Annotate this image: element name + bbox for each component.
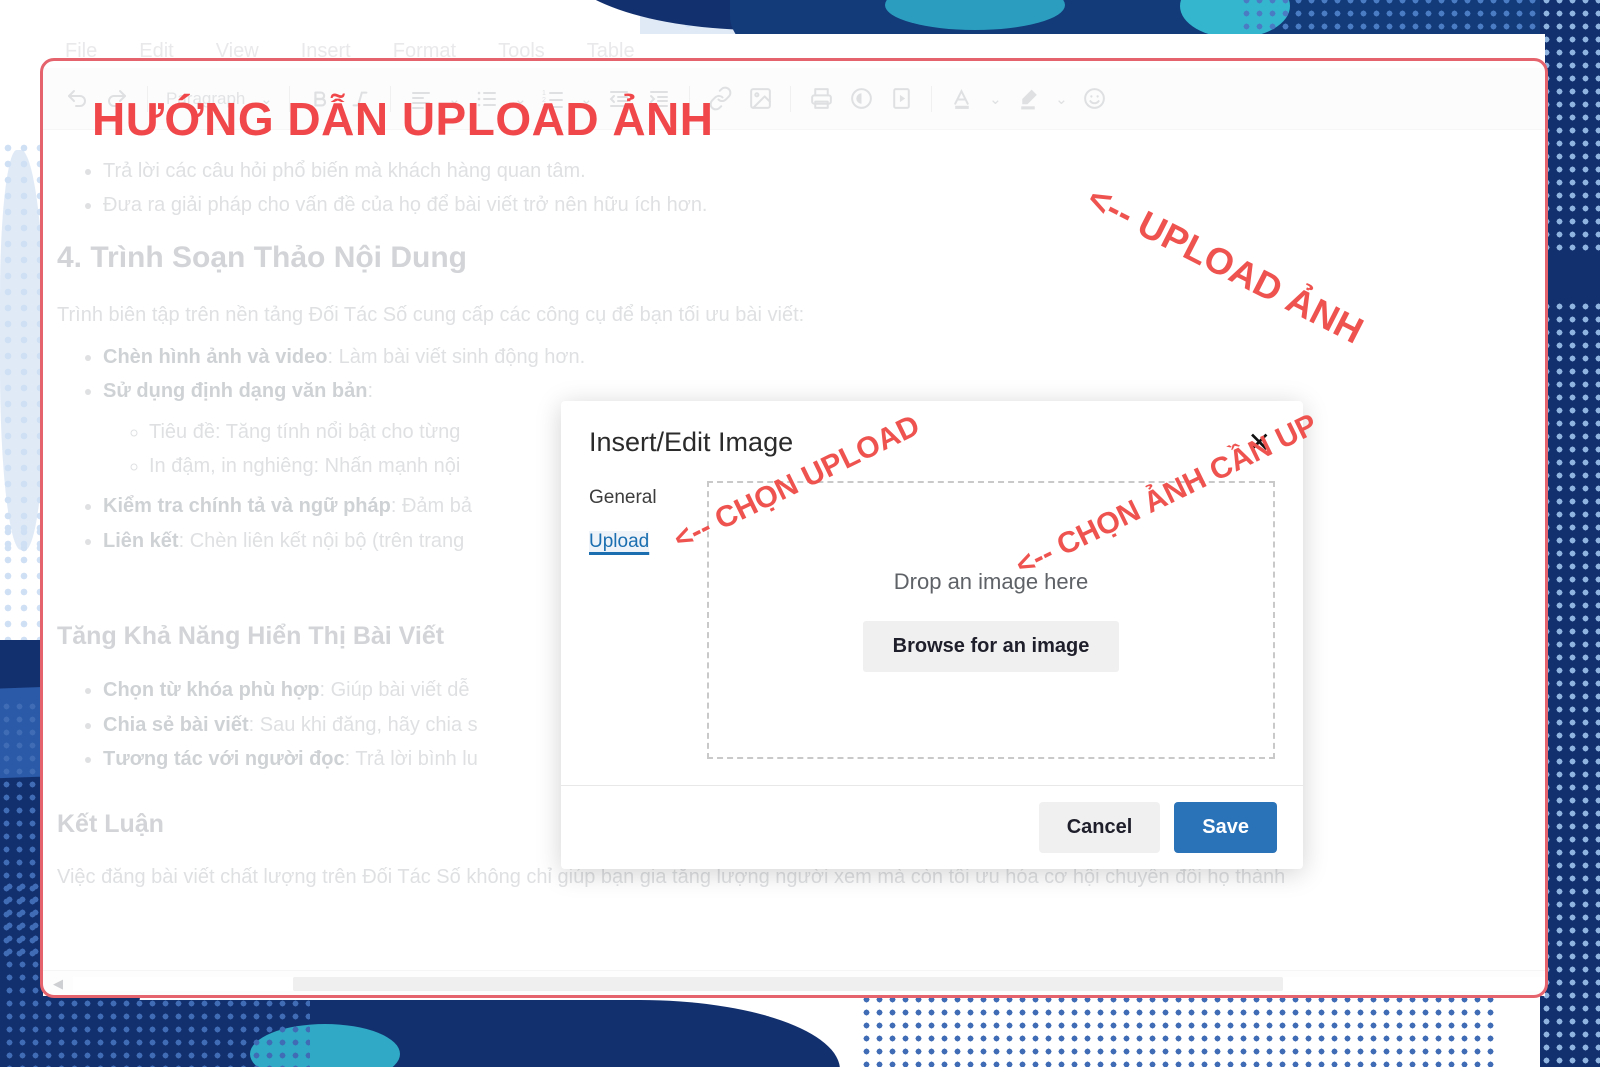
list-item-bold: Chọn từ khóa phù hợp [103, 679, 320, 702]
tab-upload[interactable]: Upload [589, 531, 650, 553]
list-item-rest: : Trả lời bình lu [344, 747, 478, 770]
list-item: Trả lời các câu hỏi phổ biến mà khách hà… [103, 154, 1515, 188]
dialog-body: General Upload Drop an image here Browse… [561, 475, 1303, 771]
text-color-chevron-down-icon[interactable]: ⌄ [982, 79, 1008, 119]
print-icon[interactable] [801, 79, 841, 119]
image-dropzone[interactable]: Drop an image here Browse for an image [707, 481, 1275, 759]
save-button[interactable]: Save [1174, 802, 1277, 853]
page-root: File Edit View Insert Format Tools Table… [0, 0, 1600, 1067]
list-item-rest: : Đảm bả [390, 495, 473, 518]
list-item-rest: : Làm bài viết sinh động hơn. [327, 345, 586, 368]
bg-teal-blob-bottom [250, 1024, 400, 1067]
list-item-rest: : Giúp bài viết dễ [319, 679, 470, 702]
list-item-bold: Chia sẻ bài viết [103, 713, 249, 736]
browse-for-image-button[interactable]: Browse for an image [862, 621, 1120, 672]
undo-icon[interactable] [57, 79, 97, 119]
insert-media-icon[interactable] [881, 79, 921, 119]
tab-general[interactable]: General [589, 487, 657, 509]
scroll-left-arrow-icon[interactable]: ◀ [43, 976, 73, 992]
scrollbar-track[interactable] [73, 976, 1545, 991]
menu-item-tools[interactable]: Tools [498, 40, 545, 63]
document-heading-1: 4. Trình Soạn Thảo Nội Dung [57, 240, 467, 274]
list-item-bold: Tương tác với người đọc [103, 747, 345, 770]
bg-soft-shape-left [0, 150, 46, 550]
preview-icon[interactable] [841, 79, 881, 119]
horizontal-scrollbar[interactable]: ◀ [43, 970, 1545, 996]
bg-dot-pattern-right-top [1540, 0, 1600, 254]
list-item: Đưa ra giải pháp cho vấn đề của họ để bà… [103, 188, 1515, 222]
menu-item-file[interactable]: File [65, 40, 97, 63]
list-item-bold: Liên kết [103, 529, 179, 552]
insert-image-icon[interactable] [740, 79, 780, 119]
bg-dot-pattern-right [1540, 300, 1600, 1067]
dropzone-label: Drop an image here [893, 569, 1089, 594]
list-item-rest: : Sau khi đăng, hãy chia s [248, 713, 478, 736]
page-title: HƯỚNG DẪN UPLOAD ẢNH [92, 93, 714, 145]
highlight-color-icon[interactable] [1008, 79, 1048, 119]
highlight-color-chevron-down-icon[interactable]: ⌄ [1048, 79, 1074, 119]
bg-navy-right-edge [1540, 0, 1600, 1067]
document-list-top: Trả lời các câu hỏi phổ biến mà khách hà… [103, 154, 1515, 223]
menu-item-format[interactable]: Format [393, 40, 456, 63]
list-item-rest: : Chèn liên kết nội bộ (trên trang [178, 529, 465, 552]
dialog-title: Insert/Edit Image [589, 427, 794, 457]
list-item-bold: Chèn hình ảnh và video [103, 345, 328, 368]
emoji-icon[interactable] [1074, 79, 1114, 119]
list-item-rest: : [367, 380, 374, 403]
list-item-bold: Sử dụng định dạng văn bản [103, 380, 368, 403]
list-item-bold: Kiểm tra chính tả và ngữ pháp [103, 495, 391, 518]
menu-item-view[interactable]: View [216, 40, 259, 63]
dialog-footer: Cancel Save [561, 785, 1303, 869]
menu-item-insert[interactable]: Insert [301, 40, 351, 63]
toolbar-divider [790, 85, 792, 112]
menu-item-table[interactable]: Table [587, 40, 635, 63]
bg-teal-blob-c [885, 0, 1065, 30]
toolbar-divider [931, 85, 933, 112]
bg-navy-band-upper [560, 0, 980, 30]
list-item: Chèn hình ảnh và video: Làm bài viết sin… [103, 340, 1515, 374]
editor-menubar: File Edit View Insert Format Tools Table [43, 34, 1545, 68]
scrollbar-thumb[interactable] [293, 976, 1283, 991]
text-color-icon[interactable] [942, 79, 982, 119]
cancel-button[interactable]: Cancel [1038, 802, 1161, 853]
bg-teal-blob-a [1180, 0, 1290, 38]
menu-item-edit[interactable]: Edit [139, 40, 173, 63]
bg-navy-shape-bottom [0, 1000, 840, 1067]
